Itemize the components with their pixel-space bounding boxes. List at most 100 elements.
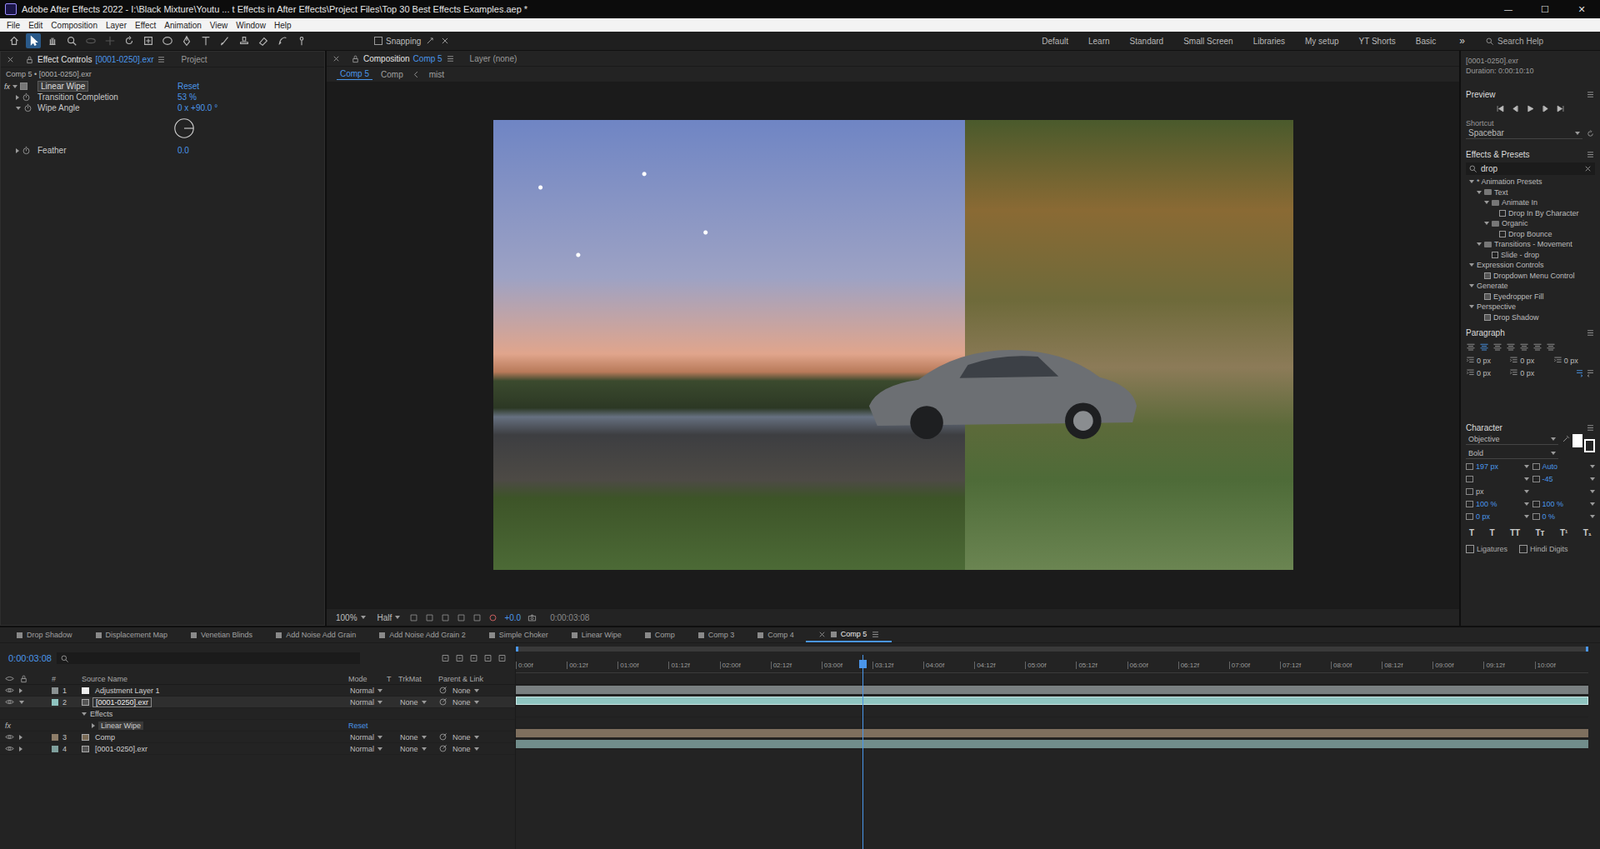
parent-dropdown[interactable]: None xyxy=(450,733,481,742)
reset-link[interactable]: Reset xyxy=(177,81,321,91)
pickwhip-icon[interactable] xyxy=(438,697,448,707)
roto-brush-icon[interactable] xyxy=(275,33,290,49)
paragraph-field[interactable]: 0 px xyxy=(1509,368,1551,378)
stroke-color-swatch[interactable] xyxy=(1584,439,1595,453)
layer-duration-bar[interactable] xyxy=(515,729,1589,738)
layer-name[interactable]: [0001-0250].exr xyxy=(92,697,152,708)
vertical-scale-field[interactable]: 100 % xyxy=(1465,500,1530,509)
stopwatch-icon[interactable] xyxy=(21,92,31,102)
expand-arrow-icon[interactable] xyxy=(1469,180,1475,184)
property-value[interactable]: 0.0 xyxy=(177,145,321,155)
workspace-tab[interactable]: Libraries xyxy=(1253,35,1285,48)
panel-menu-icon[interactable] xyxy=(445,54,455,64)
font-size-field[interactable]: 197 px xyxy=(1465,462,1530,471)
clone-stamp-icon[interactable] xyxy=(236,33,252,49)
effects-tree-item[interactable]: Animate In xyxy=(1465,197,1595,209)
snap-expand-icon[interactable] xyxy=(439,35,451,47)
column-header[interactable]: # xyxy=(51,675,82,684)
align-icon[interactable] xyxy=(1532,342,1543,353)
leading-field[interactable]: Auto xyxy=(1532,462,1596,471)
window-control-button[interactable]: ✕ xyxy=(1563,0,1600,19)
timeline-switch-icon[interactable] xyxy=(497,653,507,664)
effects-tree-item[interactable]: Text xyxy=(1465,187,1595,199)
menu-item[interactable]: Layer xyxy=(105,20,127,30)
workspace-tab[interactable]: Standard xyxy=(1130,35,1165,48)
timeline-tab[interactable]: Drop Shadow xyxy=(5,629,85,641)
menu-item[interactable]: Composition xyxy=(50,20,98,30)
pan-behind-icon[interactable] xyxy=(140,33,156,49)
playhead[interactable] xyxy=(862,655,864,849)
mode-dropdown[interactable]: Normal xyxy=(348,745,387,754)
pan-camera-icon[interactable] xyxy=(102,33,118,49)
workspace-more-button[interactable]: » xyxy=(1459,35,1465,47)
workspace-tab[interactable]: Basic xyxy=(1415,35,1436,48)
paragraph-field[interactable]: 0 px xyxy=(1465,368,1508,378)
expand-arrow-icon[interactable] xyxy=(1484,221,1490,225)
label-color-icon[interactable] xyxy=(51,687,59,695)
text-style-button[interactable]: T xyxy=(1469,528,1475,538)
fill-color-swatch[interactable] xyxy=(1572,434,1583,448)
timeline-tab[interactable]: Venetian Blinds xyxy=(179,629,265,641)
timeline-tab[interactable]: Comp 4 xyxy=(745,629,806,641)
rotate-icon[interactable] xyxy=(121,33,137,49)
workspace-tab[interactable]: YT Shorts xyxy=(1359,35,1396,48)
column-header[interactable]: TrkMat xyxy=(398,675,439,684)
character-option[interactable]: Hindi Digits xyxy=(1519,545,1569,554)
lock-icon[interactable] xyxy=(25,55,35,65)
panel-menu-icon[interactable] xyxy=(1585,423,1595,433)
align-icon[interactable] xyxy=(1545,342,1556,353)
panel-tab[interactable]: Layer (none) xyxy=(465,52,523,65)
layer-search-field[interactable] xyxy=(56,652,360,665)
reset-shortcut-icon[interactable] xyxy=(1585,129,1595,139)
viewer-option-icon[interactable] xyxy=(456,613,466,623)
layer-name[interactable]: [0001-0250].exr xyxy=(92,745,150,754)
baseline-shift-field[interactable]: 0 px xyxy=(1465,512,1530,521)
pen-icon[interactable] xyxy=(179,33,195,49)
expand-arrow-icon[interactable] xyxy=(1476,190,1482,195)
breadcrumb[interactable]: Comp xyxy=(377,69,407,80)
horizontal-scale-field[interactable]: 100 % xyxy=(1532,500,1596,509)
pickwhip-icon[interactable] xyxy=(438,744,448,754)
layer-row[interactable]: 1Adjustment Layer 1NormalNone xyxy=(0,685,515,697)
effects-tree-item[interactable]: Transitions - Movement xyxy=(1465,239,1595,250)
expand-arrow-icon[interactable] xyxy=(15,106,21,110)
label-color-icon[interactable] xyxy=(51,699,59,706)
viewer-option-icon[interactable] xyxy=(409,613,419,623)
snap-option-icon[interactable] xyxy=(424,35,436,47)
text-style-button[interactable]: T¹ xyxy=(1560,528,1568,538)
effects-tree-item[interactable]: Drop Bounce xyxy=(1465,229,1595,240)
home-icon[interactable] xyxy=(6,33,22,49)
expand-arrow-icon[interactable] xyxy=(1476,242,1482,246)
layer-duration-bar[interactable] xyxy=(515,740,1589,749)
option-checkbox[interactable] xyxy=(1519,545,1528,554)
parent-dropdown[interactable]: None xyxy=(450,686,481,695)
effects-tree-item[interactable]: Drop In By Character xyxy=(1465,208,1595,220)
option-checkbox[interactable] xyxy=(1465,545,1475,554)
brush-icon[interactable] xyxy=(217,33,233,49)
timeline-tab[interactable]: Linear Wipe xyxy=(560,629,634,641)
expand-arrow-icon[interactable] xyxy=(19,746,23,752)
character-option[interactable]: Ligatures xyxy=(1465,545,1508,554)
close-icon[interactable] xyxy=(331,54,341,64)
track-matte-dropdown[interactable]: None xyxy=(398,745,429,754)
workspace-tab[interactable]: Default xyxy=(1041,35,1069,48)
layer-duration-bar[interactable] xyxy=(515,696,1589,705)
puppet-pin-icon[interactable] xyxy=(294,33,310,49)
track-matte-dropdown[interactable]: None xyxy=(398,733,429,742)
fx-badge[interactable]: fx xyxy=(4,82,10,91)
eyedropper-icon[interactable] xyxy=(1561,434,1571,444)
align-icon[interactable] xyxy=(1465,342,1476,353)
label-color-icon[interactable] xyxy=(51,734,59,741)
menu-item[interactable]: View xyxy=(210,20,229,30)
timeline-tab[interactable]: Comp xyxy=(633,629,687,641)
playhead-handle-icon[interactable] xyxy=(859,660,867,669)
zoom-dropdown[interactable]: 100% xyxy=(333,612,369,624)
panel-menu-icon[interactable] xyxy=(156,55,166,65)
text-style-button[interactable]: Tт xyxy=(1535,528,1545,538)
resolution-dropdown[interactable]: Half xyxy=(375,612,404,624)
property-value[interactable]: 53 % xyxy=(177,92,321,102)
panel-menu-icon[interactable] xyxy=(1585,328,1595,338)
kerning-field[interactable] xyxy=(1465,475,1530,484)
expand-arrow-icon[interactable] xyxy=(19,700,25,705)
parent-dropdown[interactable]: None xyxy=(450,698,481,707)
